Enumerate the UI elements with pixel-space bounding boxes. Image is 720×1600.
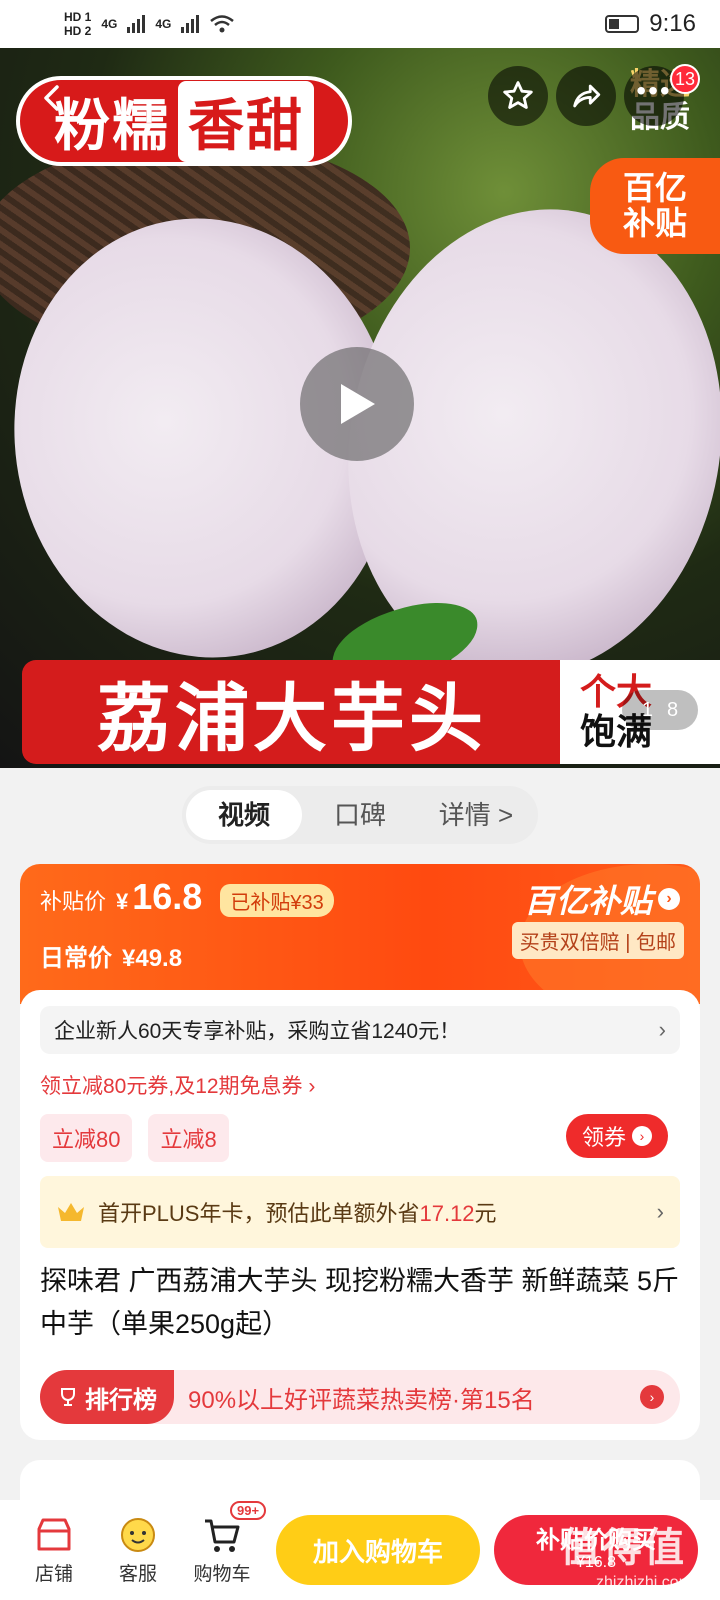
coupon-summary-link[interactable]: 领立减80元券,及12期免息券 ›	[40, 1070, 315, 1100]
tab-reviews[interactable]: 口碑	[302, 790, 418, 840]
play-video-button[interactable]	[300, 347, 414, 461]
subsidy-brand-label: 百亿补贴	[523, 883, 652, 919]
star-icon	[503, 81, 533, 109]
claim-coupon-label: 领券	[581, 1125, 626, 1150]
favorite-button[interactable]	[488, 66, 548, 126]
coupon-tags: 立减80 立减8	[40, 1114, 229, 1162]
guarantee-badge: 买贵双倍赔 | 包邮	[511, 922, 684, 959]
subsidy-tag: 百亿 补贴	[590, 158, 720, 254]
add-to-cart-button[interactable]: 加入购物车	[276, 1515, 480, 1585]
subsidy-price: 16.8	[132, 876, 203, 917]
chevron-right-icon: ›	[658, 888, 680, 910]
notification-badge: 13	[670, 64, 700, 94]
currency-symbol: ¥	[116, 889, 129, 914]
taste-badge-part2: 香甜	[178, 80, 314, 162]
plus-membership-row[interactable]: 首开PLUS年卡，预估此单额外省17.12元 ›	[40, 1176, 680, 1248]
plus-text-a: 首开PLUS年卡，预估此单额外省	[98, 1201, 420, 1226]
product-banner-title: 荔浦大芋头	[22, 660, 562, 764]
back-arrow-icon	[44, 85, 59, 111]
customer-service-label: 客服	[118, 1563, 157, 1585]
more-dots-icon: •••	[636, 75, 672, 106]
crown-icon	[56, 1201, 86, 1223]
share-icon	[573, 84, 601, 108]
wifi-icon	[210, 15, 235, 33]
daily-price-row: 日常价 ¥49.8	[40, 938, 182, 973]
coupon-tag: 立减80	[40, 1114, 133, 1162]
store-icon	[34, 1515, 74, 1555]
subsidy-price-label: 补贴价	[40, 889, 107, 914]
coupon-tag: 立减8	[148, 1114, 229, 1162]
cart-icon	[202, 1515, 242, 1555]
price-card: 补贴价 ¥ 16.8 已补贴¥33 日常价 ¥49.8 百亿补贴 › 买贵双倍赔…	[20, 864, 700, 1004]
subsidy-tag-line1: 百亿	[622, 169, 687, 206]
trophy-icon	[61, 1388, 75, 1406]
claim-coupon-button[interactable]: 领券 ›	[566, 1114, 668, 1158]
daily-price: ¥49.8	[122, 945, 183, 972]
hd-indicators: HD 1 HD 2	[64, 10, 91, 39]
image-page-indicator: 1 8	[622, 690, 698, 730]
plus-text: 首开PLUS年卡，预估此单额外省17.12元	[98, 1196, 497, 1228]
cart-button[interactable]: 99+ 购物车	[180, 1500, 267, 1586]
saved-amount-badge: 已补贴¥33	[220, 884, 334, 917]
share-button[interactable]	[556, 66, 616, 126]
plus-text-b: 元	[474, 1201, 497, 1226]
ranking-row[interactable]: 排行榜 90%以上好评蔬菜热卖榜·第15名 ›	[40, 1370, 680, 1424]
clock: 9:16	[649, 10, 696, 37]
chevron-right-icon: ›	[632, 1126, 652, 1146]
status-right: 9:16	[605, 10, 696, 38]
signal-icon	[181, 15, 200, 33]
subsidy-price-row: 补贴价 ¥ 16.8 已补贴¥33	[40, 876, 334, 918]
watermark-url: zhizhizhi.com	[596, 1574, 693, 1591]
watermark-text: 值得值	[560, 1526, 686, 1570]
signal-icon	[127, 15, 146, 33]
tab-details[interactable]: 详情 >	[418, 790, 534, 840]
ranking-badge: 排行榜	[40, 1370, 174, 1424]
subsidy-tag-line2: 补贴	[622, 205, 687, 241]
ranking-text: 90%以上好评蔬菜热卖榜·第15名	[188, 1386, 535, 1414]
media-tabs: 视频 口碑 详情 >	[182, 786, 538, 844]
tab-video[interactable]: 视频	[186, 790, 302, 840]
play-icon	[341, 384, 375, 424]
network-type-2: 4G	[155, 17, 172, 31]
daily-price-label: 日常价	[40, 945, 112, 972]
plus-amount: 17.12	[419, 1201, 475, 1226]
customer-service-icon	[118, 1515, 158, 1555]
store-label: 店铺	[34, 1563, 73, 1585]
enterprise-promo-text: 企业新人60天专享补贴，采购立省1240元！	[54, 1020, 461, 1043]
cart-count-badge: 99+	[230, 1500, 267, 1520]
status-bar: HD 1 HD 2 4G 4G 9:16	[0, 0, 720, 48]
cart-label: 购物车	[193, 1563, 251, 1585]
customer-service-button[interactable]: 客服	[96, 1515, 180, 1586]
battery-icon	[605, 15, 640, 33]
signal-group: HD 1 HD 2 4G 4G	[64, 10, 235, 39]
enterprise-promo-row[interactable]: 企业新人60天专享补贴，采购立省1240元！ ›	[40, 1006, 680, 1054]
hd1-indicator: HD 1	[64, 9, 92, 24]
store-button[interactable]: 店铺	[12, 1515, 96, 1586]
product-info-card: 企业新人60天专享补贴，采购立省1240元！ › 领立减80元券,及12期免息券…	[20, 990, 700, 1440]
hd2-indicator: HD 2	[64, 24, 92, 38]
chevron-right-icon: ›	[658, 1017, 666, 1042]
page-current: 1	[641, 698, 653, 721]
ranking-badge-label: 排行榜	[85, 1386, 157, 1414]
chevron-right-icon: ›	[656, 1199, 664, 1224]
network-type-1: 4G	[101, 17, 118, 31]
product-title: 探味君 广西荔浦大芋头 现挖粉糯大香芋 新鲜蔬菜 5斤 中芋（单果250g起）	[40, 1266, 680, 1340]
chevron-right-icon: ›	[640, 1385, 664, 1409]
page-total: 8	[667, 698, 679, 721]
back-button[interactable]	[22, 68, 82, 128]
subsidy-brand-link[interactable]: 百亿补贴 ›	[524, 876, 680, 922]
